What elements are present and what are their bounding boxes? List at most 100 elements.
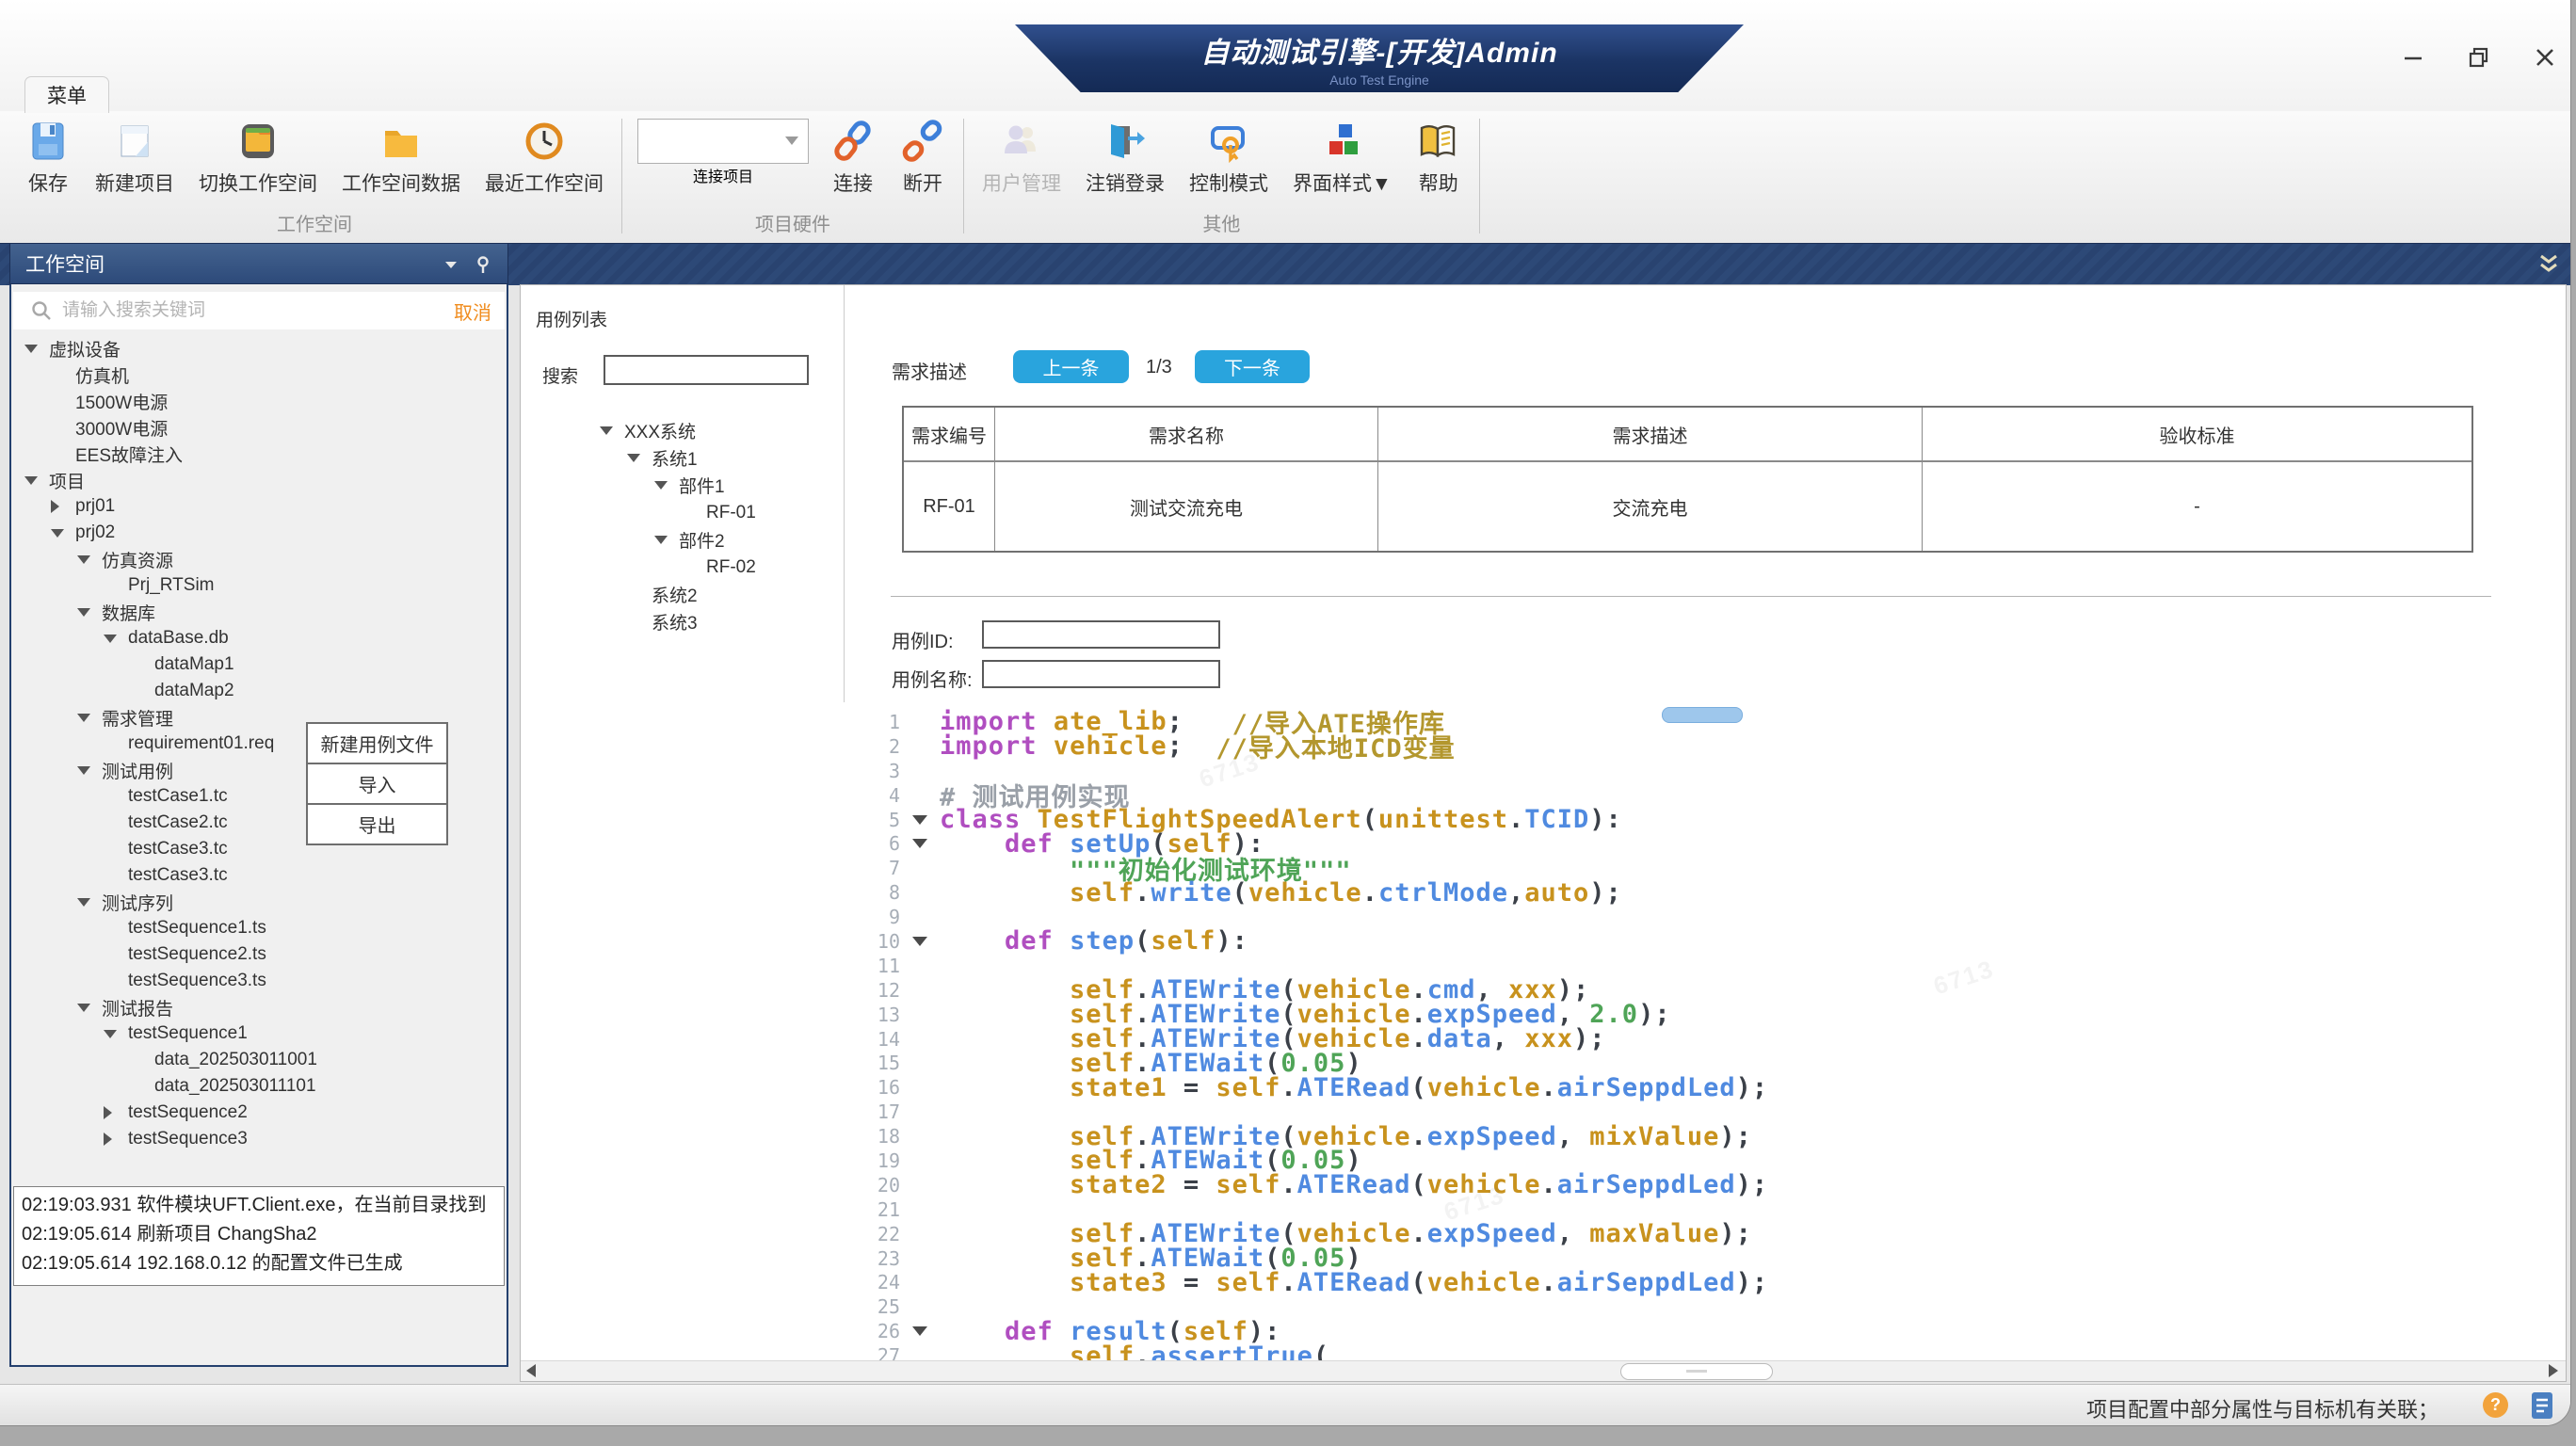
workspace-tree-item[interactable]: 测试序列 bbox=[11, 889, 507, 915]
collapse-icon[interactable] bbox=[51, 529, 75, 538]
minimize-button[interactable] bbox=[2395, 41, 2431, 73]
logout-button[interactable]: 注销登录 bbox=[1073, 115, 1177, 197]
collapse-icon[interactable] bbox=[77, 898, 102, 907]
code-line: 14 self.ATEWrite(vehicle.data, xxx); bbox=[521, 1027, 2565, 1052]
line-number: 5 bbox=[521, 809, 900, 831]
tree-item-label: 部件1 bbox=[679, 473, 725, 498]
workspace-data-button[interactable]: 工作空间数据 bbox=[330, 115, 473, 197]
code-editor[interactable]: 1import ate_lib; //导入ATE操作库2import vehic… bbox=[521, 702, 2565, 1372]
collapse-icon[interactable] bbox=[600, 426, 624, 435]
workspace-tree-item[interactable]: 1500W电源 bbox=[11, 388, 507, 414]
collapse-icon[interactable] bbox=[77, 714, 102, 722]
expand-icon[interactable] bbox=[104, 1106, 128, 1119]
collapse-icon[interactable] bbox=[77, 555, 102, 564]
status-document-icon[interactable] bbox=[2529, 1390, 2557, 1425]
workspace-tree-item[interactable]: prj01 bbox=[11, 493, 507, 520]
collapse-panel-button[interactable] bbox=[2535, 250, 2563, 279]
fold-icon[interactable] bbox=[900, 815, 940, 825]
help-button[interactable]: 帮助 bbox=[1404, 115, 1473, 197]
case-tree-item[interactable]: 部件1 bbox=[521, 472, 841, 499]
control-mode-button[interactable]: 控制模式 bbox=[1177, 115, 1280, 197]
expand-icon[interactable] bbox=[51, 500, 75, 513]
scroll-left-icon[interactable] bbox=[526, 1364, 536, 1377]
new-project-button[interactable]: 新建项目 bbox=[83, 115, 186, 197]
panel-menu-button[interactable] bbox=[442, 255, 460, 280]
case-tree-item[interactable]: XXX系统 bbox=[521, 417, 841, 444]
case-tree-item[interactable]: 系统1 bbox=[521, 444, 841, 472]
case-search-input[interactable] bbox=[604, 355, 809, 385]
tree-item-label: 需求管理 bbox=[102, 705, 173, 731]
case-tree-item[interactable]: 部件2 bbox=[521, 526, 841, 554]
collapse-icon[interactable] bbox=[77, 766, 102, 775]
line-number: 18 bbox=[521, 1125, 900, 1148]
case-tree-item[interactable]: RF-02 bbox=[521, 554, 841, 581]
pin-button[interactable] bbox=[474, 255, 492, 280]
workspace-tree-item[interactable]: 测试报告 bbox=[11, 994, 507, 1020]
collapse-icon[interactable] bbox=[24, 345, 49, 353]
fold-icon[interactable] bbox=[900, 937, 940, 946]
workspace-tree-item[interactable]: dataMap1 bbox=[11, 651, 507, 678]
ui-style-button[interactable]: 界面样式▼ bbox=[1280, 115, 1404, 197]
restore-button[interactable] bbox=[2461, 41, 2497, 73]
workspace-tree-item[interactable]: prj02 bbox=[11, 520, 507, 546]
disconnect-button[interactable]: 断开 bbox=[888, 115, 958, 197]
expand-icon[interactable] bbox=[104, 1133, 128, 1146]
workspace-tree-item[interactable]: testSequence1 bbox=[11, 1020, 507, 1047]
save-button[interactable]: 保存 bbox=[13, 115, 83, 197]
collapse-icon[interactable] bbox=[77, 608, 102, 617]
scroll-right-icon[interactable] bbox=[2549, 1364, 2558, 1377]
workspace-tree-item[interactable]: 项目 bbox=[11, 467, 507, 493]
workspace-tree-item[interactable]: data_202503011101 bbox=[11, 1073, 507, 1100]
line-number: 7 bbox=[521, 857, 900, 879]
case-tree-item[interactable]: RF-01 bbox=[521, 499, 841, 526]
workspace-tree-item[interactable]: testSequence3.ts bbox=[11, 968, 507, 994]
prev-button[interactable]: 上一条 bbox=[1013, 350, 1129, 383]
case-id-input[interactable] bbox=[982, 620, 1220, 649]
workspace-tree-item[interactable]: dataMap2 bbox=[11, 678, 507, 704]
collapse-icon[interactable] bbox=[654, 481, 679, 490]
code-line: 2import vehicle; //导入本地ICD变量 bbox=[521, 734, 2565, 759]
case-tree-item[interactable]: 系统3 bbox=[521, 608, 841, 635]
collapse-icon[interactable] bbox=[24, 476, 49, 485]
context-menu-item[interactable]: 新建用例文件 bbox=[308, 724, 446, 763]
collapse-icon[interactable] bbox=[104, 1030, 128, 1038]
context-menu-item[interactable]: 导入 bbox=[308, 763, 446, 803]
search-cancel-button[interactable]: 取消 bbox=[454, 297, 491, 325]
workspace-tree-item[interactable]: 仿真资源 bbox=[11, 546, 507, 572]
connect-button[interactable]: 连接 bbox=[818, 115, 888, 197]
workspace-tree-item[interactable]: 3000W电源 bbox=[11, 414, 507, 441]
collapse-icon[interactable] bbox=[77, 1004, 102, 1012]
workspace-tree-item[interactable]: 数据库 bbox=[11, 599, 507, 625]
fold-icon[interactable] bbox=[900, 839, 940, 848]
horizontal-scrollbar[interactable] bbox=[521, 1360, 2566, 1381]
workspace-tree-item[interactable]: testSequence1.ts bbox=[11, 915, 507, 941]
workspace-tree-item[interactable]: dataBase.db bbox=[11, 625, 507, 651]
switch-workspace-button[interactable]: 切换工作空间 bbox=[186, 115, 330, 197]
workspace-search-input[interactable] bbox=[60, 299, 448, 322]
connect-project-combo[interactable] bbox=[637, 119, 809, 164]
recent-workspace-button[interactable]: 最近工作空间 bbox=[473, 115, 616, 197]
scrollbar-thumb[interactable] bbox=[1620, 1363, 1773, 1380]
workspace-tree-item[interactable]: 仿真机 bbox=[11, 362, 507, 388]
collapse-icon[interactable] bbox=[627, 454, 652, 462]
workspace-tree-item[interactable]: 虚拟设备 bbox=[11, 335, 507, 362]
tree-item-label: 1500W电源 bbox=[75, 389, 168, 414]
case-name-input[interactable] bbox=[982, 660, 1220, 688]
collapse-icon[interactable] bbox=[104, 635, 128, 643]
workspace-tree-item[interactable]: testSequence3 bbox=[11, 1126, 507, 1152]
status-help-icon[interactable]: ? bbox=[2483, 1392, 2508, 1418]
workspace-tree-item[interactable]: testSequence2 bbox=[11, 1100, 507, 1126]
collapse-icon[interactable] bbox=[654, 536, 679, 544]
tab-menu[interactable]: 菜单 bbox=[24, 76, 109, 113]
workspace-tree-item[interactable]: testSequence2.ts bbox=[11, 941, 507, 968]
workspace-tree-item[interactable]: data_202503011001 bbox=[11, 1047, 507, 1073]
scrollbar-thumb-top[interactable] bbox=[1662, 707, 1743, 723]
workspace-tree-item[interactable]: Prj_RTSim bbox=[11, 572, 507, 599]
workspace-tree-item[interactable]: testCase3.tc bbox=[11, 862, 507, 889]
fold-icon[interactable] bbox=[900, 1326, 940, 1336]
next-button[interactable]: 下一条 bbox=[1195, 350, 1310, 383]
close-button[interactable] bbox=[2527, 41, 2563, 73]
workspace-tree-item[interactable]: EES故障注入 bbox=[11, 441, 507, 467]
context-menu-item[interactable]: 导出 bbox=[308, 803, 446, 844]
case-tree-item[interactable]: 系统2 bbox=[521, 581, 841, 608]
